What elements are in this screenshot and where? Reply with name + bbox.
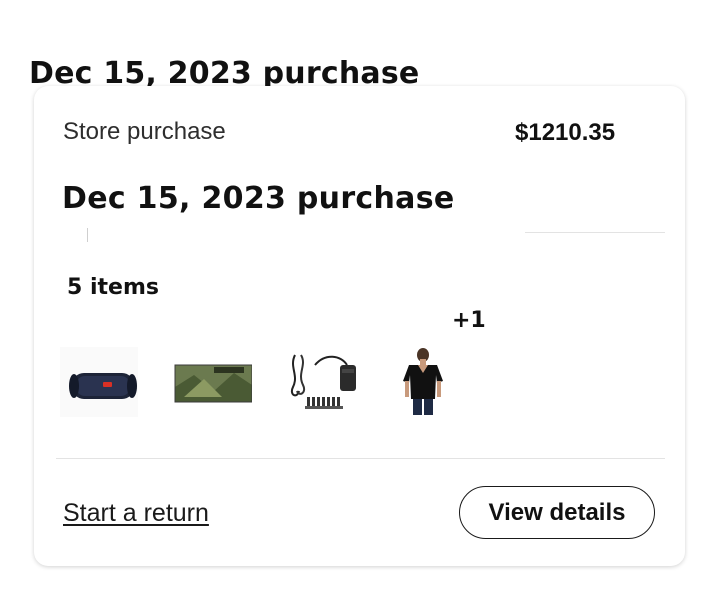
power-adapter-icon — [285, 347, 363, 417]
bluetooth-speaker-icon — [60, 347, 138, 417]
purchase-type-label: Store purchase — [63, 118, 226, 145]
divider-tick — [87, 228, 88, 242]
order-total: $1210.35 — [515, 119, 616, 146]
wall-art-icon — [174, 347, 252, 417]
item-thumbnail-speaker[interactable] — [60, 347, 138, 417]
item-thumbnail-power-adapter[interactable] — [285, 347, 363, 417]
more-items-count: +1 — [452, 308, 486, 333]
item-thumbnail-tshirt[interactable] — [385, 347, 463, 417]
order-card-title: Dec 15, 2023 purchase — [62, 181, 455, 216]
items-count: 5 items — [67, 275, 159, 300]
purchase-history-page: Dec 15, 2023 purchase Store purchase $12… — [0, 0, 720, 595]
start-return-link[interactable]: Start a return — [63, 499, 209, 528]
view-details-button[interactable]: View details — [459, 486, 655, 539]
item-thumbnail-wall-art[interactable] — [174, 347, 252, 417]
header-divider — [525, 232, 665, 233]
footer-divider — [56, 458, 665, 459]
black-tshirt-icon — [385, 347, 463, 417]
